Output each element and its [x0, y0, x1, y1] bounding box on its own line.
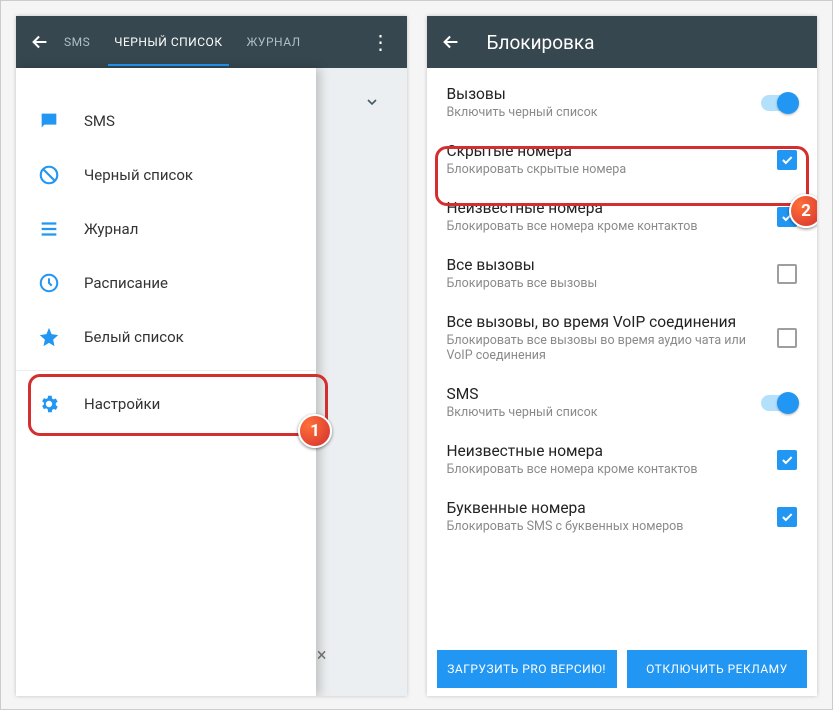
tab-log[interactable]: ЖУРНАЛ: [247, 18, 301, 66]
row-voip[interactable]: Все вызовы, во время VoIP соединения Блок…: [427, 302, 818, 374]
list-icon: [38, 218, 60, 240]
switch-on[interactable]: [761, 95, 797, 111]
row-sub: Блокировать все вызовы: [447, 276, 764, 291]
row-sub: Блокировать все номера кроме контактов: [447, 462, 764, 477]
row-title: Скрытые номера: [447, 142, 764, 160]
checkbox-on[interactable]: [777, 150, 797, 170]
clock-icon: [38, 272, 60, 294]
checkbox-on[interactable]: [777, 507, 797, 527]
back-icon[interactable]: [28, 30, 52, 54]
row-sub: Блокировать все номера кроме контактов: [447, 219, 764, 234]
row-sub: Блокировать все вызовы во время аудио ча…: [447, 333, 764, 363]
block-icon: [38, 164, 60, 186]
back-icon[interactable]: [439, 30, 463, 54]
menu-log[interactable]: Журнал: [16, 202, 316, 256]
badge-1: 1: [298, 414, 332, 448]
tab-sms[interactable]: SMS: [64, 18, 90, 66]
checkbox-off[interactable]: [777, 264, 797, 284]
row-sub: Блокировать SMS с буквенных номеров: [447, 519, 764, 534]
menu-label: SMS: [84, 112, 115, 130]
tab-blacklist[interactable]: ЧЕРНЫЙ СПИСОК: [114, 18, 222, 66]
sms-icon: [38, 110, 60, 132]
row-unknown[interactable]: Неизвестные номера Блокировать все номера…: [427, 188, 818, 245]
row-title: Вызовы: [447, 85, 748, 103]
appbar: SMS ЧЕРНЫЙ СПИСОК ЖУРНАЛ ⋮: [16, 16, 407, 68]
row-calls[interactable]: Вызовы Включить черный список: [427, 74, 818, 131]
gear-icon: [38, 393, 60, 415]
row-title: Все вызовы, во время VoIP соединения: [447, 313, 764, 331]
row-sub: Включить черный список: [447, 105, 748, 120]
close-icon[interactable]: ×: [317, 645, 327, 666]
row-title: Буквенные номера: [447, 499, 764, 517]
menu-schedule[interactable]: Расписание: [16, 256, 316, 310]
row-title: SMS: [447, 385, 748, 403]
page-title: Блокировка: [487, 31, 595, 54]
row-unknown-sms[interactable]: Неизвестные номера Блокировать все номера…: [427, 431, 818, 488]
row-letter-numbers[interactable]: Буквенные номера Блокировать SMS с буквен…: [427, 488, 818, 545]
menu-label: Настройки: [84, 395, 160, 413]
row-title: Неизвестные номера: [447, 442, 764, 460]
overflow-icon[interactable]: ⋮: [367, 30, 395, 54]
menu-label: Белый список: [84, 328, 184, 346]
btn-ads[interactable]: ОТКЛЮЧИТЬ РЕКЛАМУ: [627, 650, 807, 688]
menu-label: Журнал: [84, 220, 138, 238]
menu-settings[interactable]: Настройки: [16, 377, 316, 431]
menu-label: Черный список: [84, 166, 193, 184]
chevron-down-icon[interactable]: [337, 78, 407, 126]
divider: [16, 370, 316, 371]
badge-2: 2: [789, 194, 817, 228]
appbar: Блокировка: [427, 16, 818, 68]
row-title: Неизвестные номера: [447, 199, 764, 217]
btn-pro[interactable]: ЗАГРУЗИТЬ PRO ВЕРСИЮ!: [437, 650, 617, 688]
row-hidden[interactable]: Скрытые номера Блокировать скрытые номера: [427, 131, 818, 188]
nav-drawer: SMS Черный список Журнал Расписание Белы…: [16, 68, 316, 696]
row-all-calls[interactable]: Все вызовы Блокировать все вызовы: [427, 245, 818, 302]
menu-blacklist[interactable]: Черный список: [16, 148, 316, 202]
menu-sms[interactable]: SMS: [16, 94, 316, 148]
star-icon: [38, 326, 60, 348]
settings-list: Вызовы Включить черный список Скрытые ном…: [427, 68, 818, 648]
tabs: SMS ЧЕРНЫЙ СПИСОК ЖУРНАЛ: [64, 18, 367, 66]
right-screen: Блокировка Вызовы Включить черный список …: [427, 16, 818, 696]
menu-whitelist[interactable]: Белый список: [16, 310, 316, 364]
switch-on[interactable]: [761, 395, 797, 411]
menu-label: Расписание: [84, 274, 168, 292]
row-sub: Включить черный список: [447, 405, 748, 420]
checkbox-off[interactable]: [777, 328, 797, 348]
left-screen: SMS ЧЕРНЫЙ СПИСОК ЖУРНАЛ ⋮ × SMS Черный …: [16, 16, 407, 696]
checkbox-on[interactable]: [777, 450, 797, 470]
row-title: Все вызовы: [447, 256, 764, 274]
row-sms[interactable]: SMS Включить черный список: [427, 374, 818, 431]
bottom-buttons: ЗАГРУЗИТЬ PRO ВЕРСИЮ! ОТКЛЮЧИТЬ РЕКЛАМУ: [437, 650, 808, 688]
row-sub: Блокировать скрытые номера: [447, 162, 764, 177]
